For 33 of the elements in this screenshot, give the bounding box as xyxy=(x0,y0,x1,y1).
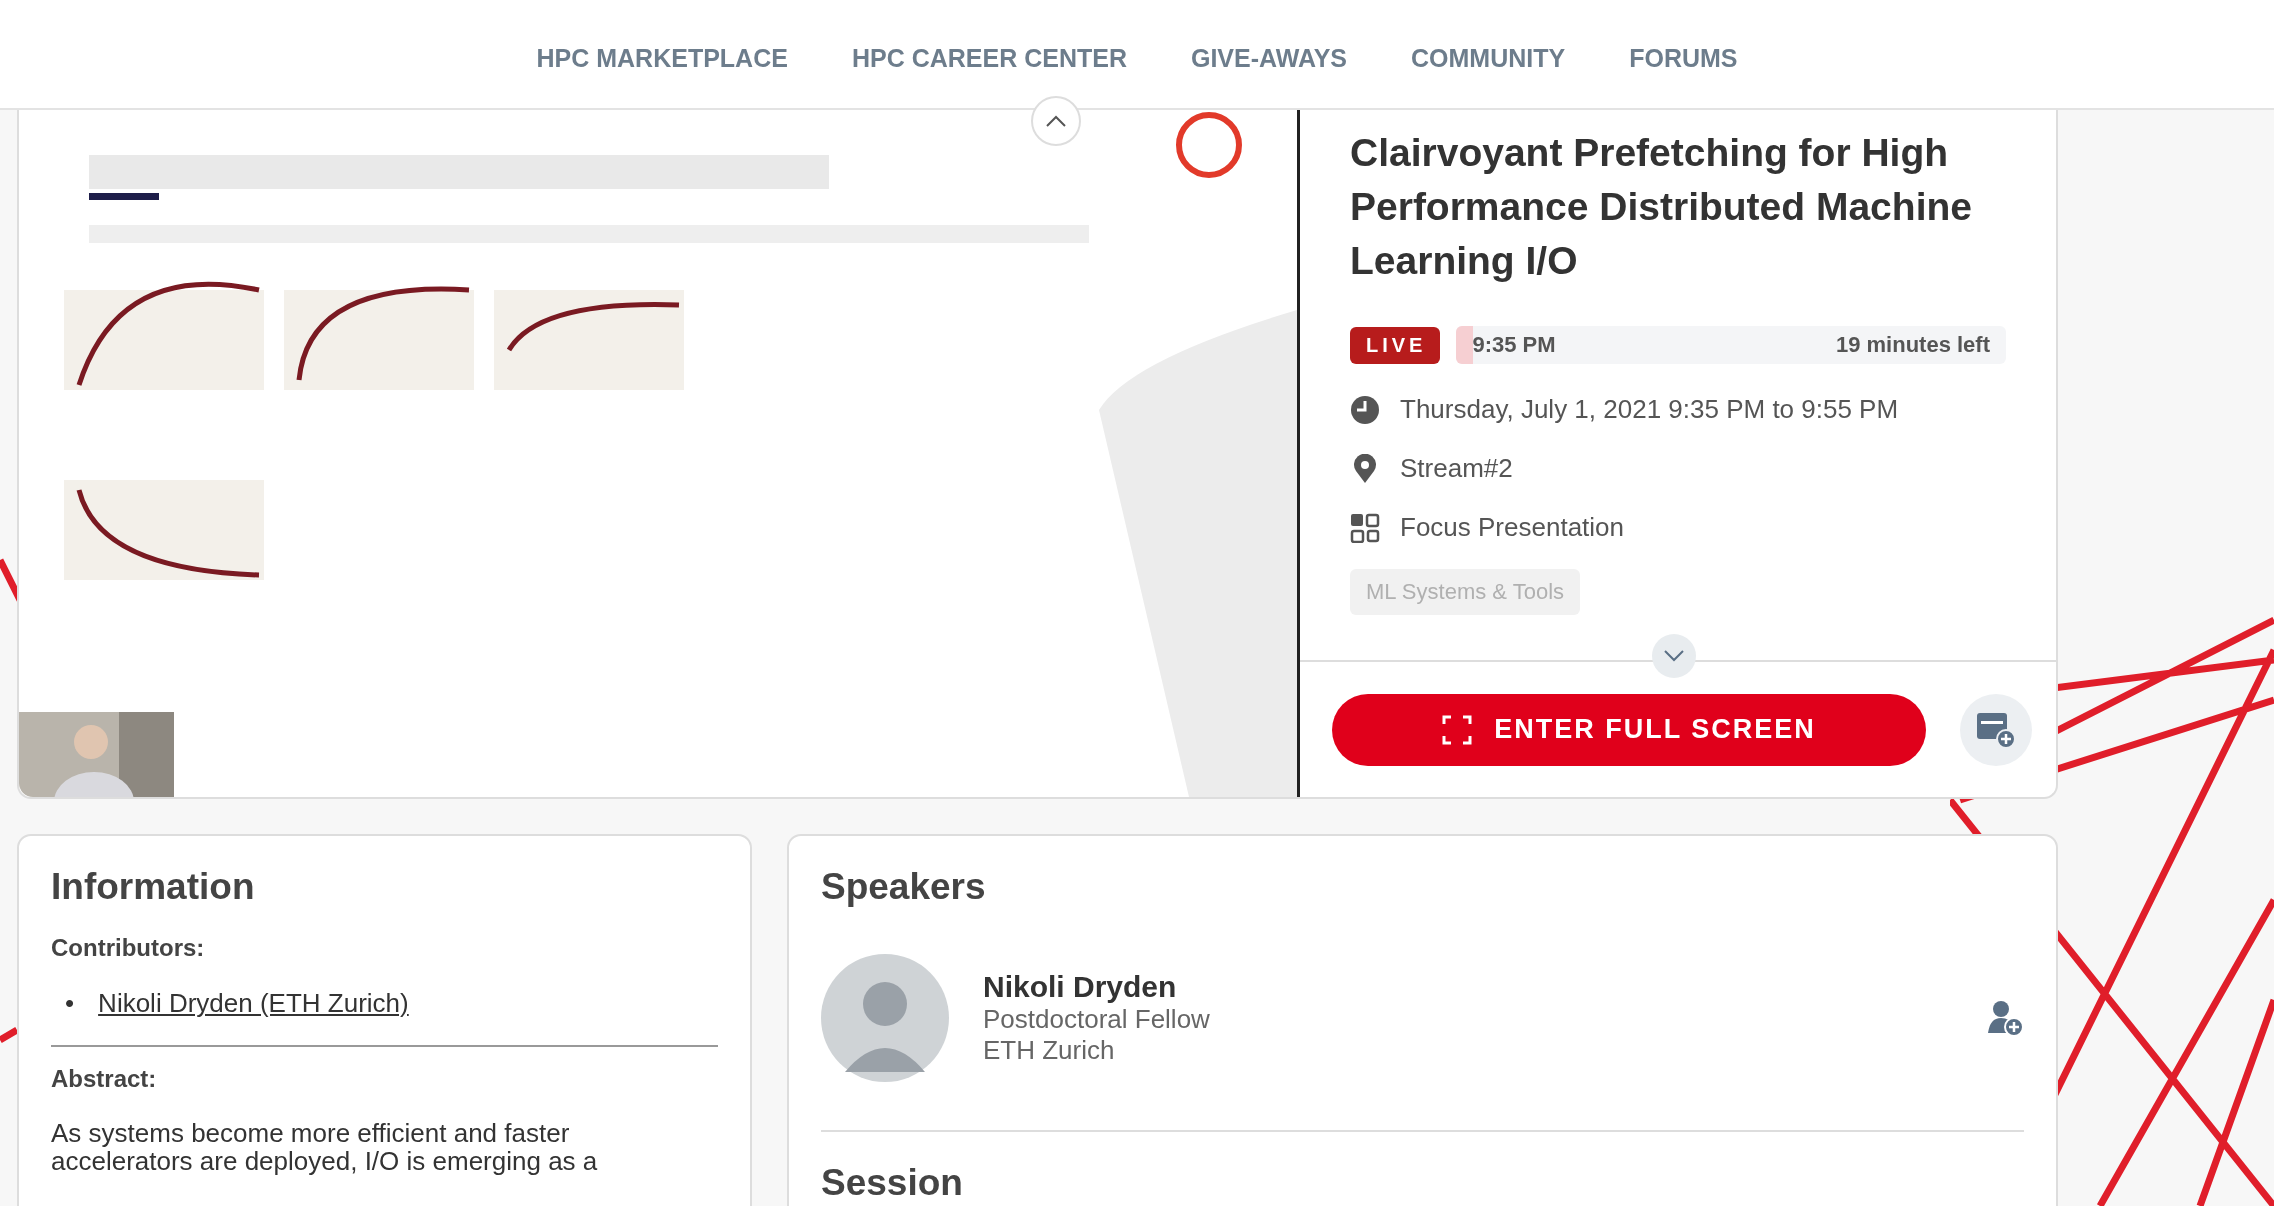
speaker-affiliation: ETH Zurich xyxy=(983,1035,1116,1066)
nav-link[interactable]: HPC CAREER CENTER xyxy=(851,44,1127,73)
session-detail: Stream#2 xyxy=(1400,453,1513,484)
abstract-text: As systems become more efficient and faster accelerators are deployed, I/O is emerging as a xyxy=(51,1119,599,1175)
session-title: Clairvoyant Prefetching for High Performance Distributed Machine Learning I/O xyxy=(1350,130,1973,284)
bullet: • xyxy=(65,988,75,1018)
nav-link[interactable]: GIVE-AWAYS xyxy=(1190,44,1347,73)
grid-icon xyxy=(1350,512,1380,543)
fullscreen-button[interactable]: ENTER FULL SCREEN xyxy=(1332,693,1926,766)
nav-link[interactable]: HPC MARKETPLACE xyxy=(536,44,788,73)
fullscreen-icon xyxy=(1442,714,1473,745)
follow-button[interactable] xyxy=(1986,999,2024,1037)
card-title: Speakers xyxy=(821,866,987,908)
nav-link[interactable]: COMMUNITY xyxy=(1411,44,1566,73)
contributor-link[interactable]: Nikoli Dryden (ETH Zurich) xyxy=(98,988,409,1018)
topic-tag: ML Systems & Tools xyxy=(1350,569,1581,615)
card-title: Information xyxy=(51,866,256,908)
abstract-label: Abstract: xyxy=(51,1065,158,1093)
live-badge: LIVE xyxy=(1350,326,1441,364)
clock-icon xyxy=(1350,394,1380,425)
chevron-down-icon xyxy=(1663,649,1685,663)
start-time: 9:35 PM xyxy=(1471,332,1556,358)
user-plus-icon xyxy=(1986,999,2024,1037)
session-detail: Focus Presentation xyxy=(1400,512,1624,543)
nav-link[interactable]: FORUMS xyxy=(1629,44,1738,73)
calendar-plus-icon xyxy=(1976,710,2016,749)
contributors-label: Contributors: xyxy=(51,934,206,962)
section-title: Session xyxy=(821,1162,964,1204)
expand-button[interactable] xyxy=(1652,634,1696,678)
speaker-name: Nikoli Dryden xyxy=(983,970,1178,1004)
speaker-role: Postdoctoral Fellow xyxy=(983,1004,1211,1035)
session-detail: Thursday, July 1, 2021 9:35 PM to 9:55 PM xyxy=(1400,394,1899,425)
time-remaining: 19 minutes left xyxy=(1835,332,1991,358)
